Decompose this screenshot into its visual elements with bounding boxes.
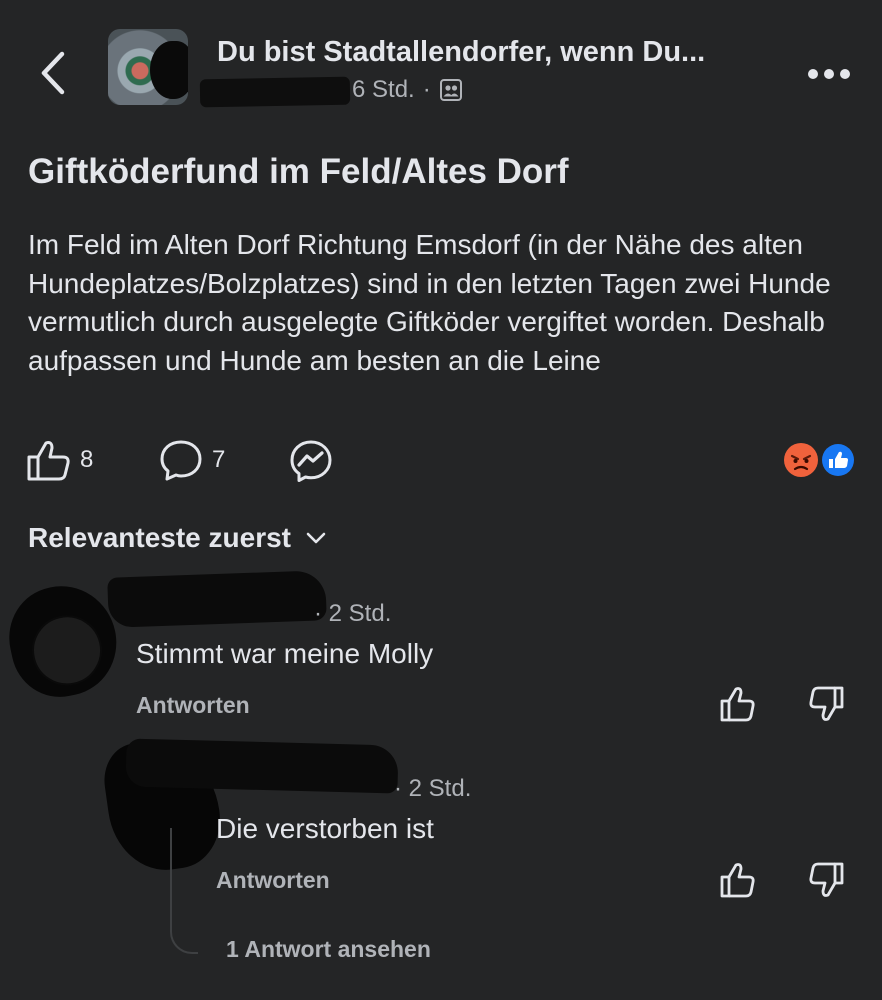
like-reaction-icon [820,442,856,478]
comment-bubble-icon [160,440,202,481]
comment-button[interactable]: 7 [158,438,225,482]
more-options-button[interactable] [806,66,852,82]
comment-time: · 2 Std. [314,600,392,627]
post-body: Im Feld im Alten Dorf Richtung Emsdorf (… [28,229,831,376]
thumbs-up-icon [720,863,755,898]
view-replies-link[interactable]: 1 Antwort ansehen [226,936,431,963]
post-title: Giftköderfund im Feld/Altes Dorf [28,152,569,191]
thumbs-down-icon [809,686,844,721]
chevron-left-icon [41,51,65,95]
reply-button[interactable]: Antworten [136,692,250,719]
thumbs-down-icon [809,862,844,897]
author-name-redacted [199,76,351,108]
thumbs-up-icon [720,687,755,722]
reaction-summary[interactable] [782,441,858,479]
thread-connector [170,828,198,954]
like-button[interactable]: 8 [26,438,93,482]
angry-reaction-icon [784,443,818,477]
group-avatar[interactable] [108,29,188,105]
comment-text: Stimmt war meine Molly [136,638,434,669]
like-count: 8 [80,446,94,473]
comment-upvote-button[interactable] [718,684,758,724]
comment-count: 7 [212,446,226,473]
more-dots-icon [808,69,850,79]
messenger-icon [290,440,332,482]
messenger-share-button[interactable] [288,438,334,484]
comment-downvote-button[interactable] [806,860,846,900]
commenter-name-redacted [107,570,327,628]
group-title[interactable]: Du bist Stadtallendorfer, wenn Du... [217,36,705,69]
group-members-icon [439,79,462,101]
comment-sort-dropdown[interactable]: Relevanteste zuerst [28,522,327,554]
thumbs-up-icon [27,441,70,481]
comment-time: · 2 Std. [394,775,472,802]
reply-button[interactable]: Antworten [216,867,330,894]
commenter-name-redacted [125,738,399,794]
meta-separator: · [422,76,431,103]
comment-downvote-button[interactable] [806,684,846,724]
comment-upvote-button[interactable] [718,860,758,900]
back-button[interactable] [34,48,74,98]
post-detail-screen: Du bist Stadtallendorfer, wenn Du... 6 S… [0,0,882,1000]
post-meta: 6 Std. · [352,76,463,104]
comment-text: Die verstorben ist [216,813,434,844]
redaction-mark [150,41,188,99]
post-time: 6 Std. [352,76,415,103]
chevron-down-icon [306,532,326,544]
sort-label: Relevanteste zuerst [28,522,292,553]
